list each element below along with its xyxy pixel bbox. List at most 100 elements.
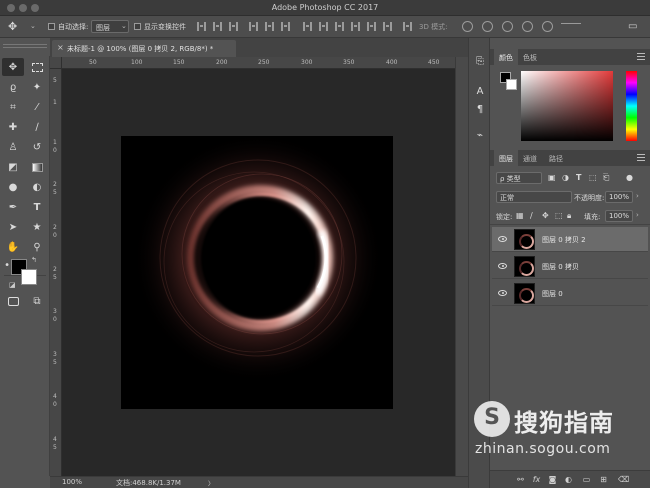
status-menu-arrow-icon[interactable]: 〉 — [208, 479, 214, 488]
zoom-level[interactable]: 100% — [62, 478, 82, 486]
3d-rotate-icon[interactable] — [462, 21, 473, 32]
visibility-eye-icon[interactable] — [498, 290, 507, 296]
distribute-hcenter-icon[interactable] — [367, 22, 376, 31]
opacity-field[interactable]: 100% — [605, 191, 633, 203]
filter-toggle-icon[interactable]: ● — [626, 173, 633, 182]
gradient-tool-icon[interactable] — [26, 158, 48, 176]
auto-select-checkbox[interactable] — [48, 23, 55, 30]
filter-smart-object-icon[interactable]: ⎗ — [603, 173, 609, 183]
3d-slide-icon[interactable] — [522, 21, 533, 32]
tab-swatches[interactable]: 色板 — [518, 49, 542, 65]
eyedropper-tool-icon[interactable]: ⁄ — [26, 98, 48, 116]
3d-roll-icon[interactable] — [482, 21, 493, 32]
layer-name[interactable]: 图层 0 拷贝 2 — [542, 235, 586, 245]
tab-paths[interactable]: 路径 — [544, 150, 568, 166]
marquee-tool-icon[interactable] — [26, 58, 48, 76]
layer-row[interactable]: 图层 0 拷贝 — [492, 254, 648, 279]
paragraph-panel-icon[interactable]: ¶ — [474, 104, 486, 116]
layers-panel-menu-icon[interactable] — [637, 154, 645, 161]
character-panel-icon[interactable]: A — [474, 86, 486, 98]
hand-tool-icon[interactable]: ✋ — [2, 238, 24, 256]
layer-row[interactable]: 图层 0 — [492, 281, 648, 306]
eraser-tool-icon[interactable]: ◩ — [2, 158, 24, 176]
3d-scale-icon[interactable] — [542, 21, 553, 32]
screen-mode-icon[interactable]: ⧉ — [26, 292, 48, 310]
align-bottom-icon[interactable] — [229, 22, 238, 31]
fx-icon[interactable]: fx — [532, 475, 541, 484]
layer-name[interactable]: 图层 0 — [542, 289, 563, 299]
distribute-top-icon[interactable] — [303, 22, 312, 31]
tab-color[interactable]: 颜色 — [494, 49, 518, 65]
custom-shape-tool-icon[interactable]: ★ — [26, 218, 48, 236]
link-icon[interactable]: ⚯ — [516, 475, 525, 484]
align-right-icon[interactable] — [281, 22, 290, 31]
align-vcenter-icon[interactable] — [213, 22, 222, 31]
default-colors-icon[interactable]: ◪ — [9, 281, 16, 289]
path-selection-tool-icon[interactable]: ➤ — [2, 218, 24, 236]
distribute-right-icon[interactable] — [383, 22, 392, 31]
auto-select-dropdown[interactable]: 图层 ⌄ — [91, 20, 129, 33]
tool-preset-chevron-icon[interactable]: ⌄ — [30, 22, 36, 30]
align-left-icon[interactable] — [249, 22, 258, 31]
clone-stamp-tool-icon[interactable]: ♙ — [2, 138, 24, 156]
magic-wand-tool-icon[interactable]: ✦ — [26, 78, 48, 96]
blend-mode-dropdown[interactable]: 正常 — [496, 191, 572, 203]
filter-pixel-icon[interactable]: ▣ — [548, 173, 556, 182]
history-panel-icon[interactable]: ⎘ — [474, 56, 486, 68]
lasso-tool-icon[interactable]: ϱ — [2, 78, 24, 96]
hue-slider[interactable] — [626, 71, 637, 141]
color-panel-background-swatch[interactable] — [506, 79, 517, 90]
fill-arrow-icon[interactable]: › — [636, 211, 639, 219]
toolbar-grip-icon[interactable] — [3, 44, 47, 48]
trash-icon[interactable]: ⌫ — [618, 475, 629, 484]
layer-name[interactable]: 图层 0 拷贝 — [542, 262, 579, 272]
visibility-eye-icon[interactable] — [498, 236, 507, 242]
distribute-bottom-icon[interactable] — [335, 22, 344, 31]
align-hcenter-icon[interactable] — [265, 22, 274, 31]
lock-position-icon[interactable]: ✥ — [542, 211, 549, 220]
group-icon[interactable]: ▭ — [582, 475, 591, 484]
mask-icon[interactable]: ◙ — [548, 475, 557, 484]
quick-mask-icon[interactable] — [2, 292, 24, 310]
adjustment-icon[interactable]: ◐ — [564, 475, 573, 484]
move-tool-icon[interactable]: ✥ — [8, 20, 17, 33]
filter-shape-icon[interactable]: ⬚ — [589, 173, 597, 182]
lock-all-icon[interactable]: 🔒︎ — [567, 211, 571, 221]
auto-align-icon[interactable] — [403, 22, 412, 31]
workspace-menu-icon[interactable]: ▭ — [628, 21, 637, 32]
dodge-tool-icon[interactable]: ◐ — [26, 178, 48, 196]
type-tool-icon[interactable]: T — [26, 198, 48, 216]
3d-pan-icon[interactable] — [502, 21, 513, 32]
crop-tool-icon[interactable]: ⌗ — [2, 98, 24, 116]
align-top-icon[interactable] — [197, 22, 206, 31]
tab-channels[interactable]: 通道 — [518, 150, 542, 166]
color-picker-field[interactable] — [521, 71, 613, 141]
swap-colors-icon[interactable]: ↰ — [31, 256, 37, 264]
close-tab-icon[interactable]: × — [57, 43, 64, 52]
document-tab[interactable]: × 未标题-1 @ 100% (图层 0 拷贝 2, RGB/8*) * — [52, 40, 236, 57]
color-panel-menu-icon[interactable] — [637, 53, 645, 60]
ruler-origin[interactable] — [50, 57, 62, 69]
properties-panel-icon[interactable]: ⌁ — [474, 130, 486, 142]
distribute-vcenter-icon[interactable] — [319, 22, 328, 31]
brush-tool-icon[interactable]: ∕ — [26, 118, 48, 136]
fill-field[interactable]: 100% — [605, 210, 633, 222]
visibility-eye-icon[interactable] — [498, 263, 507, 269]
pen-tool-icon[interactable]: ✒ — [2, 198, 24, 216]
distribute-left-icon[interactable] — [351, 22, 360, 31]
lock-transparency-icon[interactable]: ▦ — [516, 211, 524, 220]
move-tool-icon[interactable]: ✥ — [2, 58, 24, 76]
background-color-swatch[interactable] — [21, 269, 37, 285]
history-brush-tool-icon[interactable]: ↺ — [26, 138, 48, 156]
canvas-artwork[interactable] — [121, 136, 393, 409]
horizontal-ruler[interactable]: 50 100 150 200 250 300 350 400 450 — [62, 57, 455, 69]
blur-tool-icon[interactable]: ● — [2, 178, 24, 196]
show-transform-checkbox[interactable] — [134, 23, 141, 30]
lock-pixels-icon[interactable]: ∕ — [530, 211, 533, 220]
vertical-ruler[interactable]: 5 1 1 0 2 5 2 0 2 5 3 0 3 5 4 0 4 5 — [50, 69, 62, 476]
filter-type-icon[interactable]: T — [576, 173, 581, 182]
healing-brush-tool-icon[interactable]: ✚ — [2, 118, 24, 136]
zoom-tool-icon[interactable]: ⚲ — [26, 238, 48, 256]
new-layer-icon[interactable]: ⊞ — [599, 475, 608, 484]
filter-adjustment-icon[interactable]: ◑ — [562, 173, 569, 182]
